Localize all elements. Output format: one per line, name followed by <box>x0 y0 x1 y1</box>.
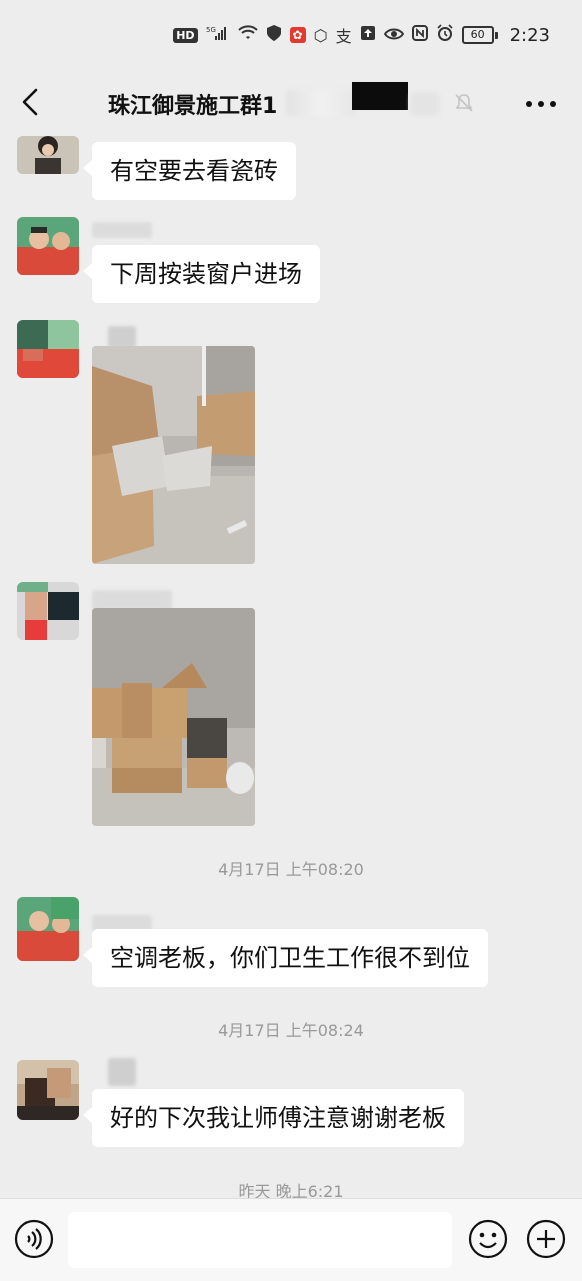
hexagon-icon: ⬡ <box>313 25 328 45</box>
title-blur-mask <box>286 90 356 116</box>
message-text: 空调老板，你们卫生工作很不到位 <box>110 944 470 972</box>
status-bar: HD 5G ✿ ⬡ 支 60 2:23 <box>0 0 582 70</box>
wifi-icon <box>237 25 258 45</box>
eye-icon <box>383 26 404 45</box>
avatar[interactable] <box>17 897 79 961</box>
sender-name-blur <box>92 590 172 610</box>
signal-icon: 5G <box>206 25 230 45</box>
title-blur-mask-2 <box>410 92 440 116</box>
chat-image[interactable] <box>92 346 255 564</box>
plus-button[interactable] <box>526 1219 566 1259</box>
message-text: 下周按装窗户进场 <box>110 260 302 288</box>
chat-title: 珠江御景施工群1 <box>108 94 278 119</box>
battery-level: 60 <box>461 26 494 44</box>
shield-icon <box>266 24 282 46</box>
back-button[interactable] <box>14 82 50 122</box>
hd-indicator: HD <box>173 27 198 43</box>
bell-off-icon <box>454 93 474 118</box>
chat-timestamp: 4月17日 上午08:20 <box>218 860 364 879</box>
avatar[interactable] <box>17 1060 79 1120</box>
clock-time: 2:23 <box>509 24 550 46</box>
message-bubble[interactable]: 空调老板，你们卫生工作很不到位 <box>83 929 488 987</box>
sender-name-blur <box>108 326 136 348</box>
alipay-icon: 支 <box>335 27 352 46</box>
avatar[interactable] <box>17 320 79 378</box>
sender-name-blur <box>108 1058 136 1086</box>
plus-icon <box>526 1219 566 1259</box>
avatar[interactable] <box>17 217 79 275</box>
voice-button[interactable] <box>14 1219 54 1259</box>
photo-cardboard-boxes-room <box>92 346 255 564</box>
sender-name-blur <box>92 222 152 238</box>
voice-icon <box>14 1219 54 1259</box>
chat-input-bar <box>0 1198 582 1281</box>
chat-image[interactable] <box>92 608 255 826</box>
alarm-icon <box>436 24 454 46</box>
nfc-icon <box>411 25 428 45</box>
photo-stacked-boxes <box>92 608 255 826</box>
app-notification-icon: ✿ <box>289 27 306 43</box>
message-text: 好的下次我让师傅注意谢谢老板 <box>110 1104 446 1132</box>
network-type: 5G <box>206 26 216 34</box>
emoji-icon <box>468 1219 508 1259</box>
emoji-button[interactable] <box>468 1219 508 1259</box>
avatar[interactable] <box>17 582 79 640</box>
title-redaction-bar <box>352 82 408 110</box>
message-bubble[interactable]: 有空要去看瓷砖 <box>83 142 296 200</box>
chat-timestamp: 4月17日 上午08:24 <box>218 1021 364 1040</box>
upload-icon <box>360 25 376 45</box>
chat-header: 珠江御景施工群1 <box>0 70 582 136</box>
avatar[interactable] <box>17 136 79 174</box>
battery-icon: 60 <box>461 26 498 44</box>
message-input[interactable] <box>68 1212 452 1268</box>
message-text: 有空要去看瓷砖 <box>110 157 278 185</box>
more-button[interactable] <box>524 96 558 112</box>
more-dots-icon <box>526 101 556 107</box>
message-bubble[interactable]: 下周按装窗户进场 <box>83 245 320 303</box>
chevron-left-icon <box>22 88 38 116</box>
message-bubble[interactable]: 好的下次我让师傅注意谢谢老板 <box>83 1089 464 1147</box>
